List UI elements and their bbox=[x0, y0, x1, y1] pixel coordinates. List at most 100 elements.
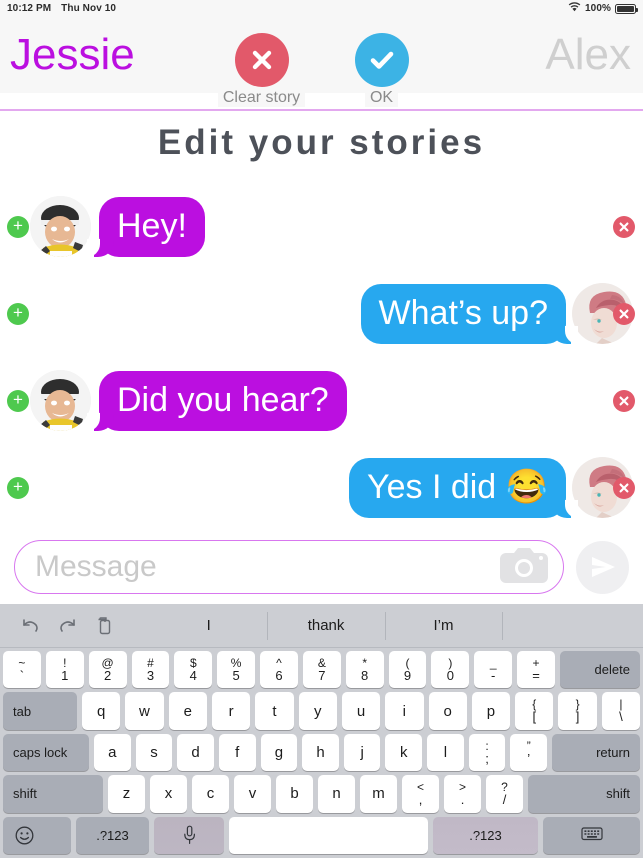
key-dictation[interactable] bbox=[154, 816, 224, 855]
key-s[interactable]: s bbox=[135, 733, 173, 772]
key-e[interactable]: e bbox=[168, 692, 207, 730]
key-emoji[interactable] bbox=[3, 816, 71, 855]
key-v[interactable]: v bbox=[234, 775, 271, 813]
message-bubble[interactable]: Did you hear? bbox=[87, 370, 347, 431]
key-k[interactable]: k bbox=[385, 733, 423, 772]
keyboard-rows: ~ ` ! 1 @2 #3 $4 % 5 ^ 6 & 7 * 8 (9 ) 0 _ - + = d… bbox=[0, 648, 643, 858]
key-lower: - bbox=[491, 667, 496, 683]
key-i[interactable]: i bbox=[385, 692, 424, 730]
key-r[interactable]: r bbox=[211, 692, 251, 730]
key-m[interactable]: m bbox=[360, 775, 397, 813]
key-f[interactable]: f bbox=[218, 733, 256, 772]
header-actions: Clear story OK bbox=[0, 33, 643, 107]
key-p[interactable]: p bbox=[471, 692, 511, 730]
delete-message-button[interactable] bbox=[613, 476, 635, 499]
key-lower: 9 bbox=[403, 667, 412, 683]
message-row: + What’s up? bbox=[0, 270, 643, 357]
add-message-button[interactable]: + bbox=[7, 389, 29, 412]
suggestion-2[interactable]: thank bbox=[267, 604, 384, 648]
key-t[interactable]: t bbox=[255, 692, 294, 730]
key-u[interactable]: u bbox=[341, 692, 381, 730]
key-j[interactable]: j bbox=[343, 733, 381, 772]
key-tab[interactable]: tab bbox=[3, 692, 77, 730]
key-6[interactable]: ^ 6 bbox=[260, 651, 298, 689]
key-9[interactable]: (9 bbox=[388, 651, 427, 689]
key-caps-lock[interactable]: caps lock bbox=[3, 733, 89, 772]
key-z[interactable]: z bbox=[108, 775, 145, 813]
key-space[interactable] bbox=[229, 816, 428, 855]
key-lower: 2 bbox=[103, 667, 112, 683]
keyboard-row-bottom-letters: shift z x c v b n m <, >. ? / shift bbox=[3, 775, 640, 813]
add-message-button[interactable]: + bbox=[7, 302, 29, 325]
suggestion-empty[interactable] bbox=[502, 604, 643, 648]
key-a[interactable]: a bbox=[94, 733, 131, 772]
key-comma[interactable]: <, bbox=[402, 775, 439, 813]
key-lower: 0 bbox=[446, 667, 454, 683]
suggestion-1[interactable]: I bbox=[150, 604, 267, 648]
message-compose-bar: Message bbox=[0, 531, 643, 603]
hide-keyboard-icon bbox=[580, 827, 603, 841]
smiley-icon bbox=[15, 826, 34, 845]
key-0[interactable]: ) 0 bbox=[431, 651, 470, 689]
send-button[interactable] bbox=[576, 540, 629, 594]
message-bubble[interactable]: What’s up? bbox=[360, 283, 579, 344]
suggestion-3[interactable]: I’m bbox=[384, 604, 502, 648]
key-1[interactable]: ! 1 bbox=[45, 651, 84, 689]
key-c[interactable]: c bbox=[192, 775, 229, 813]
message-bubble[interactable]: Hey! bbox=[87, 196, 205, 257]
delete-message-button[interactable] bbox=[613, 302, 635, 325]
key-7[interactable]: & 7 bbox=[302, 651, 341, 689]
key-lower: = bbox=[532, 667, 540, 683]
key-y[interactable]: y bbox=[298, 692, 337, 730]
key-2[interactable]: @2 bbox=[88, 651, 127, 689]
clear-story-button[interactable]: Clear story bbox=[217, 33, 306, 107]
key-semicolon[interactable]: :; bbox=[468, 733, 506, 772]
key-period[interactable]: >. bbox=[444, 775, 481, 813]
send-arrow-icon bbox=[591, 557, 615, 577]
key-n[interactable]: n bbox=[318, 775, 355, 813]
key-w[interactable]: w bbox=[125, 692, 164, 730]
key-tilde-grave[interactable]: ~ ` bbox=[3, 651, 41, 689]
key-return[interactable]: return bbox=[552, 733, 641, 772]
key-backslash[interactable]: | \ bbox=[601, 692, 641, 730]
key-3[interactable]: #3 bbox=[131, 651, 170, 689]
avatar-jessie bbox=[30, 370, 91, 431]
key-quote[interactable]: ”’ bbox=[510, 733, 548, 772]
clear-story-label: Clear story bbox=[217, 89, 306, 107]
ok-button[interactable]: OK bbox=[353, 33, 411, 107]
key-q[interactable]: q bbox=[82, 692, 121, 730]
key-x[interactable]: x bbox=[150, 775, 187, 813]
key-b[interactable]: b bbox=[276, 775, 313, 813]
camera-icon[interactable] bbox=[499, 546, 549, 589]
undo-icon[interactable] bbox=[20, 618, 40, 634]
delete-message-button[interactable] bbox=[613, 215, 635, 238]
key-numeric-left[interactable]: .?123 bbox=[76, 816, 149, 855]
paste-icon[interactable] bbox=[96, 616, 112, 635]
delete-message-button[interactable] bbox=[613, 389, 635, 412]
key-delete[interactable]: delete bbox=[559, 651, 640, 689]
key-slash[interactable]: ? / bbox=[486, 775, 523, 813]
key-bracket-right[interactable]: }] bbox=[558, 692, 597, 730]
key-8[interactable]: * 8 bbox=[345, 651, 384, 689]
key-5[interactable]: % 5 bbox=[217, 651, 256, 689]
message-bubble[interactable]: Yes I did 😂 bbox=[349, 457, 578, 518]
key-shift-left[interactable]: shift bbox=[3, 775, 103, 813]
redo-icon[interactable] bbox=[58, 618, 78, 634]
add-message-button[interactable]: + bbox=[7, 215, 29, 238]
key-hide-keyboard[interactable] bbox=[543, 816, 640, 855]
key-l[interactable]: l bbox=[427, 733, 464, 772]
key-4[interactable]: $4 bbox=[174, 651, 213, 689]
add-message-button[interactable]: + bbox=[7, 476, 29, 499]
key-h[interactable]: h bbox=[302, 733, 339, 772]
keyboard-row-qwerty: tab q w e r t y u i o p {[ }] | \ bbox=[3, 692, 641, 730]
key-equals[interactable]: + = bbox=[517, 651, 555, 689]
key-hyphen[interactable]: _ - bbox=[474, 651, 513, 689]
status-date: Thu Nov 10 bbox=[61, 3, 117, 14]
key-numeric-right[interactable]: .?123 bbox=[433, 816, 538, 855]
key-g[interactable]: g bbox=[260, 733, 298, 772]
key-shift-right[interactable]: shift bbox=[528, 775, 640, 813]
key-d[interactable]: d bbox=[177, 733, 214, 772]
key-bracket-left[interactable]: {[ bbox=[515, 692, 554, 730]
message-input[interactable]: Message bbox=[14, 540, 564, 594]
key-o[interactable]: o bbox=[428, 692, 467, 730]
